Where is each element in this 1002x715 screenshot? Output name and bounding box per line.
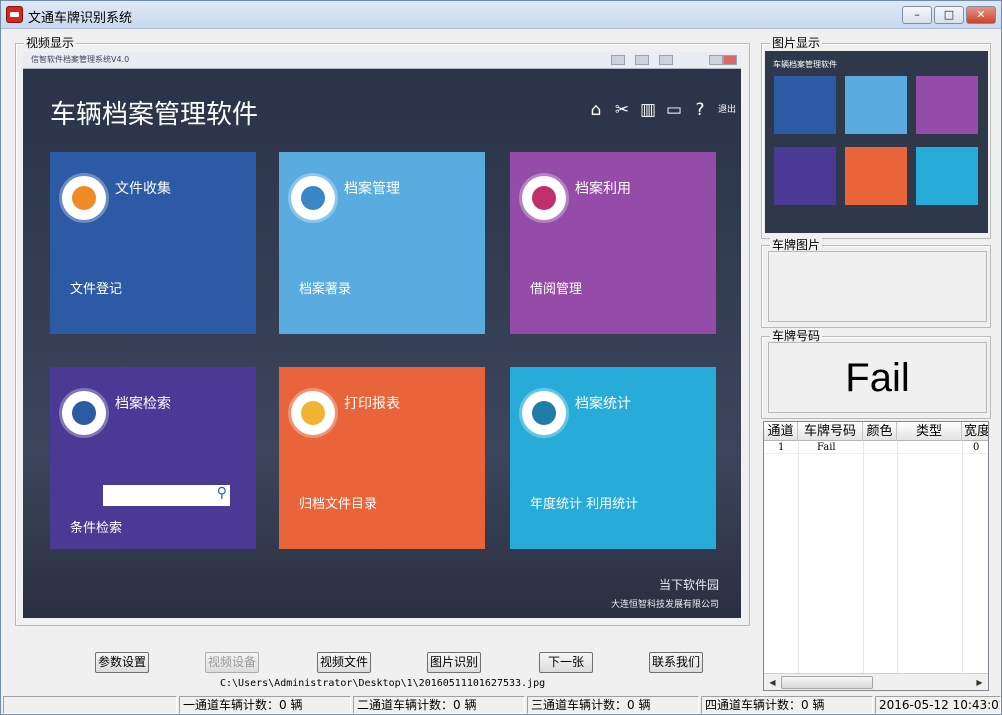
tile-title: 文件收集 <box>115 181 171 197</box>
tile-subtitle: 条件检索 <box>70 521 123 536</box>
video-control-icon <box>635 55 649 65</box>
plate-number-value: Fail <box>768 342 987 413</box>
exit-icon: 退出 <box>717 105 736 115</box>
settings-button[interactable]: 参数设置 <box>95 652 149 673</box>
layers-icon <box>62 176 106 220</box>
printer-icon <box>291 391 335 435</box>
tile-title: 档案统计 <box>575 396 631 412</box>
tile-subtitle: 归档文件目录 <box>299 497 378 512</box>
tile-file-collect: 文件收集 文件登记 <box>50 152 256 334</box>
watermark: 当下软件园 大连恒智科技发展有限公司 <box>611 576 719 610</box>
title-bar[interactable]: 文通车牌识别系统 – □ ✕ <box>1 1 1001 29</box>
tile-print-report: 打印报表 归档文件目录 <box>279 367 485 549</box>
video-display: 信智软件档案管理系统V4.0 车辆档案管理软件 ⌂ ✂ ▥ ▭ ? 退出 文件收… <box>23 52 741 618</box>
file-path: C:\Users\Administrator\Desktop\1\2016051… <box>220 678 546 689</box>
video-device-button[interactable]: 视频设备 <box>205 652 259 673</box>
grid-line <box>962 441 963 673</box>
column-header-channel[interactable]: 通道 <box>764 422 798 441</box>
status-channel-2-count: 二通道车辆计数：0 辆 <box>353 696 525 714</box>
image-recognize-button[interactable]: 图片识别 <box>427 652 481 673</box>
tile-subtitle: 借阅管理 <box>530 282 583 297</box>
window-title: 文通车牌识别系统 <box>28 11 133 26</box>
tile-title: 档案管理 <box>344 181 400 197</box>
cell-channel: 1 <box>778 442 785 453</box>
tile-subtitle: 年度统计 利用统计 <box>530 497 639 512</box>
tile-title: 打印报表 <box>344 396 400 412</box>
cell-width: 0 <box>973 442 980 453</box>
close-button[interactable]: ✕ <box>966 6 996 24</box>
column-header-type[interactable]: 类型 <box>897 422 962 441</box>
tile-subtitle: 文件登记 <box>70 282 123 297</box>
monitor-icon: ▭ <box>665 100 683 120</box>
tile-search-box: ⚲ <box>103 485 230 506</box>
grid-line <box>798 441 799 673</box>
thumbnail-tile <box>774 76 836 134</box>
status-panel-blank <box>3 696 177 714</box>
tile-archive-stats: 档案统计 年度统计 利用统计 <box>510 367 716 549</box>
status-channel-1-count: 一通道车辆计数：0 辆 <box>179 696 351 714</box>
thumbnail-tile <box>845 76 907 134</box>
video-control-icon <box>611 55 625 65</box>
tile-archive-use: 档案利用 借阅管理 <box>510 152 716 334</box>
column-header-color[interactable]: 颜色 <box>863 422 897 441</box>
user-icon <box>62 391 106 435</box>
tile-subtitle: 档案著录 <box>299 282 352 297</box>
scroll-thumb[interactable] <box>781 676 873 689</box>
contact-us-button[interactable]: 联系我们 <box>649 652 703 673</box>
grid-line <box>897 441 898 673</box>
grid-line <box>863 441 864 673</box>
watermark-logo-text: 当下软件园 <box>658 578 719 592</box>
image-display-label: 图片显示 <box>770 36 823 50</box>
video-window-titlebar: 信智软件档案管理系统V4.0 <box>23 52 741 69</box>
status-channel-3-count: 三通道车辆计数：0 辆 <box>527 696 699 714</box>
home-icon: ⌂ <box>590 100 602 120</box>
thumbnail-tile <box>916 147 978 205</box>
video-file-button[interactable]: 视频文件 <box>317 652 371 673</box>
thumbnail-tile <box>916 76 978 134</box>
thumbnail-title: 车辆档案管理软件 <box>773 60 837 69</box>
minimize-button[interactable]: – <box>902 6 932 24</box>
next-image-button[interactable]: 下一张 <box>539 652 593 673</box>
horizontal-scrollbar[interactable]: ◀ ▶ <box>764 673 988 690</box>
app-icon <box>6 6 23 23</box>
thumbnail-tile <box>845 147 907 205</box>
scroll-right-icon[interactable]: ▶ <box>972 676 987 689</box>
search-icon: ⚲ <box>216 485 227 501</box>
status-channel-4-count: 四通道车辆计数：0 辆 <box>701 696 873 714</box>
video-minimize-icon <box>709 55 723 65</box>
column-header-plate[interactable]: 车牌号码 <box>798 422 863 441</box>
video-heading: 车辆档案管理软件 <box>50 100 259 130</box>
tile-title: 档案利用 <box>575 181 631 197</box>
tile-archive-manage: 档案管理 档案著录 <box>279 152 485 334</box>
maximize-button[interactable]: □ <box>934 6 964 24</box>
result-grid[interactable]: 通道 车牌号码 颜色 类型 宽度 1 Fail 0 ◀ ▶ <box>763 421 989 691</box>
notebook-icon <box>291 176 335 220</box>
thumbnail-tile <box>774 147 836 205</box>
watermark-company: 大连恒智科技发展有限公司 <box>610 600 719 610</box>
tools-icon: ✂ <box>614 100 630 120</box>
tile-title: 档案检索 <box>115 396 171 412</box>
trash-icon: ▥ <box>639 100 657 120</box>
video-window-title: 信智软件档案管理系统V4.0 <box>31 55 130 64</box>
flower-icon <box>522 176 566 220</box>
chart-board-icon <box>522 391 566 435</box>
help-icon: ? <box>695 100 705 120</box>
app-window: 文通车牌识别系统 – □ ✕ 视频显示 信智软件档案管理系统V4.0 车辆档案管… <box>0 0 1002 715</box>
video-control-icon <box>659 55 673 65</box>
scroll-left-icon[interactable]: ◀ <box>765 676 780 689</box>
plate-image <box>768 251 987 322</box>
column-header-width[interactable]: 宽度 <box>962 422 988 441</box>
status-datetime: 2016-05-12 10:43:02 <box>875 696 1001 714</box>
image-thumbnail: 车辆档案管理软件 <box>765 51 988 233</box>
plate-image-label: 车牌图片 <box>770 238 823 252</box>
status-bar: 一通道车辆计数：0 辆 二通道车辆计数：0 辆 三通道车辆计数：0 辆 四通道车… <box>3 695 1001 715</box>
plate-number-label: 车牌号码 <box>770 329 823 343</box>
table-row[interactable]: 1 Fail 0 <box>764 441 988 454</box>
video-display-label: 视频显示 <box>24 36 77 50</box>
grid-header: 通道 车牌号码 颜色 类型 宽度 <box>764 422 988 441</box>
video-close-icon <box>723 55 737 65</box>
tile-archive-search: 档案检索 ⚲ 条件检索 <box>50 367 256 549</box>
cell-plate: Fail <box>817 442 836 453</box>
